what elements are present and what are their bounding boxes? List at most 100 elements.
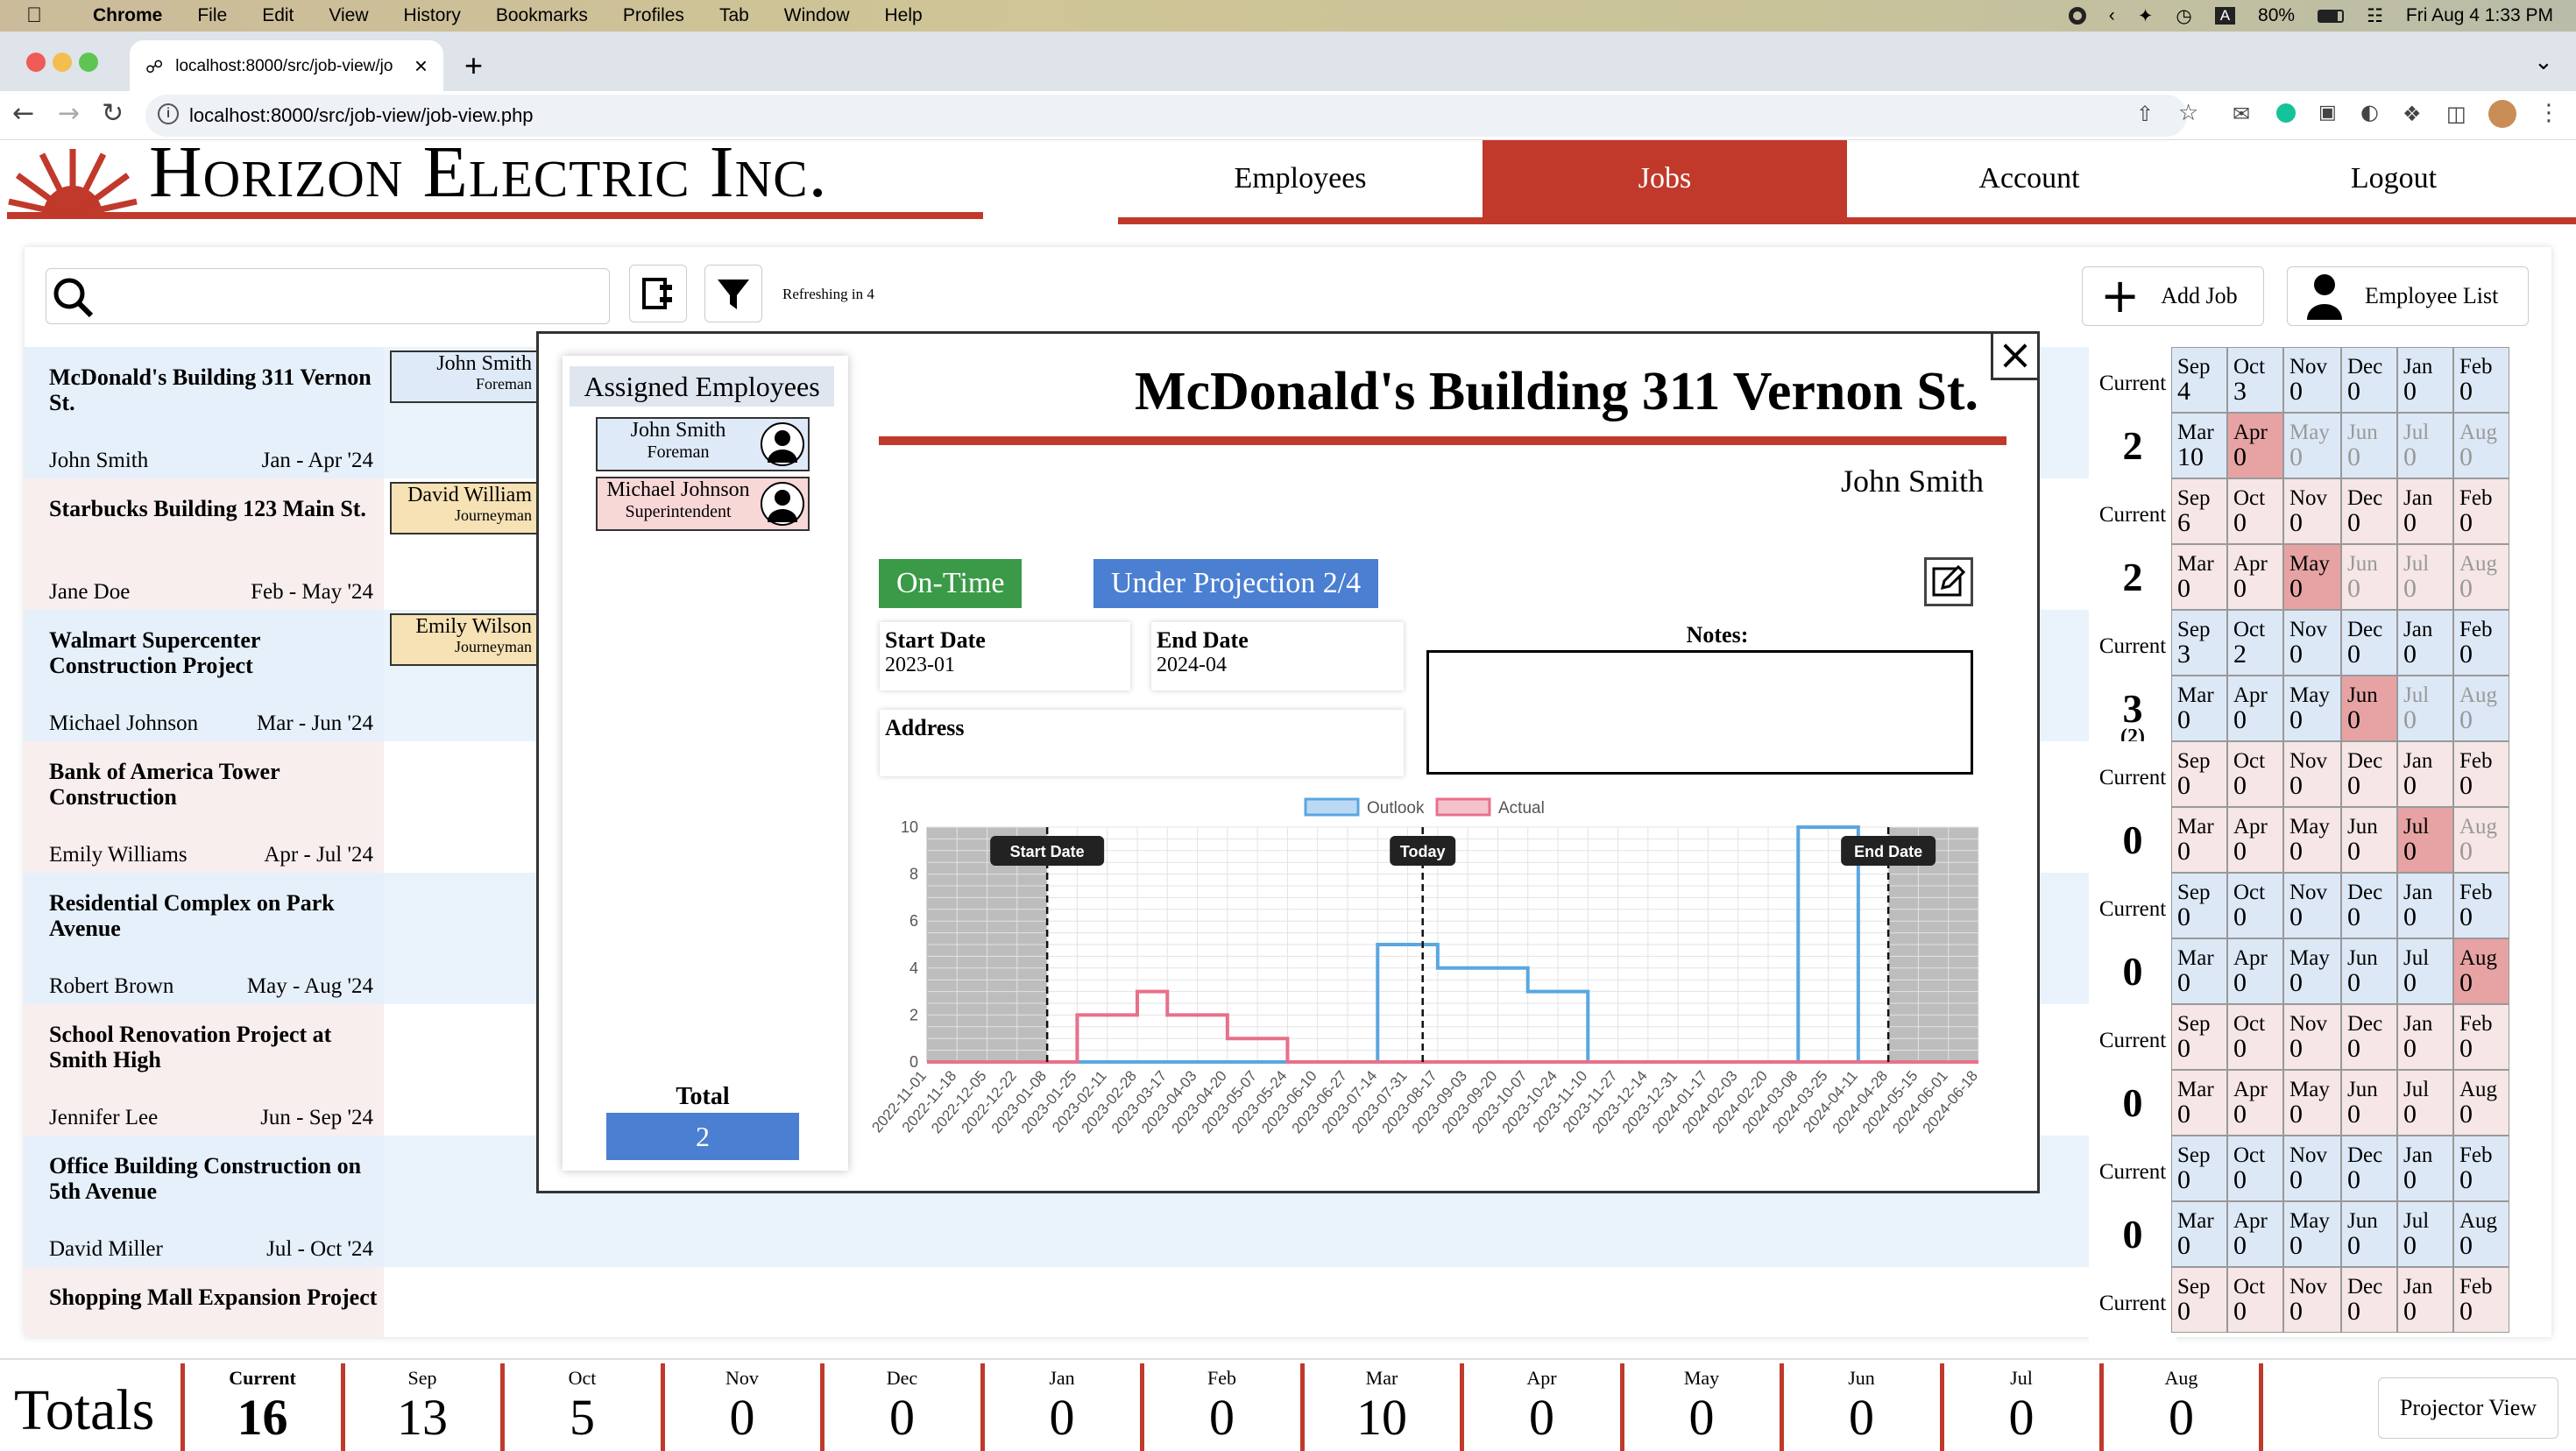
extension-icon[interactable]: ▣ (2318, 102, 2337, 124)
crew-chip[interactable]: David William Journeyman (390, 482, 539, 534)
close-modal-button[interactable]: × (1991, 331, 2040, 380)
menu-bookmarks[interactable]: Bookmarks (496, 5, 588, 26)
record-icon[interactable] (2068, 7, 2086, 25)
window-minimize-button[interactable] (53, 53, 72, 72)
job-row[interactable]: Residential Complex on Park Avenue Rober… (25, 873, 384, 1004)
employee-list-label: Employee List (2365, 283, 2499, 308)
clock-icon[interactable]: ◷ (2176, 5, 2191, 27)
menu-edit[interactable]: Edit (262, 5, 294, 26)
job-row[interactable]: Office Building Construction on 5th Aven… (25, 1136, 384, 1267)
month-cell: Feb 0 (2453, 1004, 2509, 1070)
month-name: May (2289, 421, 2330, 444)
month-name: Aug (2459, 815, 2498, 839)
menu-history[interactable]: History (404, 5, 461, 26)
end-date-label: End Date (1157, 627, 1249, 653)
start-date-label: Start Date (885, 627, 986, 653)
y-tick-label: 2 (909, 1006, 918, 1023)
month-cell: Jan 0 (2397, 1004, 2453, 1070)
window-close-button[interactable] (26, 53, 46, 72)
site-info-icon[interactable]: i (158, 103, 179, 124)
total-value: 2 (606, 1113, 799, 1160)
battery-percent[interactable]: 80% (2258, 5, 2295, 26)
job-row[interactable]: Starbucks Building 123 Main St. Jane Doe… (25, 478, 384, 610)
gmail-extension-icon[interactable]: ✉ (2233, 102, 2250, 126)
pin-icon[interactable]: ✦ (2138, 5, 2154, 27)
month-value: 0 (2233, 1165, 2247, 1194)
tab-search-chevron-icon[interactable]: ⌄ (2534, 49, 2553, 75)
add-job-button[interactable]: + Add Job (2082, 266, 2264, 326)
menu-view[interactable]: View (329, 5, 368, 26)
employee-list-button[interactable]: Employee List (2287, 266, 2529, 326)
assigned-employee[interactable]: John Smith Foreman (596, 417, 810, 471)
search-input[interactable] (46, 268, 610, 324)
browser-tab[interactable]: ☍ localhost:8000/src/job-view/jo × (130, 40, 443, 93)
nav-employees[interactable]: Employees (1118, 140, 1483, 224)
month-cell: Nov 0 (2283, 1267, 2341, 1333)
puzzle-extensions-icon[interactable]: ❖ (2403, 102, 2422, 126)
tab-close-icon[interactable]: × (414, 53, 428, 80)
control-center-icon[interactable]: ☷ (2367, 5, 2383, 27)
job-employee: Jane Doe (49, 580, 131, 604)
nav-jobs[interactable]: Jobs (1483, 140, 1847, 224)
nav-logout[interactable]: Logout (2212, 140, 2576, 224)
month-name: Jan (2403, 486, 2433, 510)
crew-chip[interactable]: John Smith Foreman (390, 350, 539, 403)
menu-tab[interactable]: Tab (719, 5, 749, 26)
mac-menu-bar:  Chrome File Edit View History Bookmark… (0, 0, 2576, 32)
menu-clock[interactable]: Fri Aug 4 1:33 PM (2406, 5, 2553, 26)
share-icon[interactable]: ⇧ (2136, 102, 2154, 126)
job-name: Shopping Mall Expansion Project (49, 1285, 378, 1310)
forward-arrow-icon[interactable]: → (58, 98, 80, 129)
crew-chip[interactable]: Emily Wilson Journeyman (390, 613, 539, 666)
nav-account[interactable]: Account (1847, 140, 2212, 224)
menu-file[interactable]: File (197, 5, 227, 26)
chevron-left-icon[interactable]: ‹ (2109, 5, 2115, 26)
filter-button[interactable] (704, 265, 762, 322)
month-value: 4 (2177, 377, 2190, 406)
reload-icon[interactable]: ↻ (102, 98, 124, 129)
menu-window[interactable]: Window (784, 5, 850, 26)
loading-extension-icon[interactable]: ◐ (2360, 100, 2379, 124)
job-row[interactable]: Shopping Mall Expansion Project (25, 1267, 384, 1337)
current-count: 0 (2122, 1212, 2143, 1256)
bookmark-star-icon[interactable]: ☆ (2178, 100, 2198, 126)
job-row[interactable]: Walmart Supercenter Construction Project… (25, 610, 384, 741)
job-row[interactable]: School Renovation Project at Smith High … (25, 1004, 384, 1136)
profile-avatar-icon[interactable] (2488, 100, 2516, 128)
edit-job-button[interactable] (1924, 557, 1973, 606)
month-cell: Jan 0 (2397, 873, 2453, 938)
menu-profiles[interactable]: Profiles (623, 5, 684, 26)
job-row[interactable]: Bank of America Tower Construction Emily… (25, 741, 384, 873)
menu-help[interactable]: Help (885, 5, 923, 26)
sort-button[interactable] (629, 265, 687, 322)
month-value: 0 (2459, 508, 2473, 537)
new-tab-button[interactable]: + (464, 47, 483, 84)
company-logo-text[interactable]: Horizon Electric Inc. (149, 130, 828, 215)
menu-app-name[interactable]: Chrome (93, 5, 162, 26)
window-zoom-button[interactable] (79, 53, 98, 72)
current-count: 0 (2122, 1080, 2143, 1125)
assigned-employee[interactable]: Michael Johnson Superintendent (596, 477, 810, 531)
totals-column: Sep 13 (340, 1363, 500, 1451)
keyboard-input-icon[interactable]: A (2214, 7, 2236, 25)
job-row[interactable]: McDonald's Building 311 Vernon St. John … (25, 347, 384, 478)
month-name: Apr (2233, 1078, 2268, 1101)
job-dates: Feb - May '24 (251, 580, 373, 604)
projector-view-button[interactable]: Projector View (2378, 1377, 2558, 1439)
more-menu-icon[interactable]: ⋮ (2537, 100, 2560, 126)
month-name: Dec (2347, 1275, 2383, 1299)
start-date-field[interactable]: Start Date 2023-01 (880, 622, 1130, 690)
address-field[interactable]: Address (880, 710, 1404, 776)
job-dates: Mar - Jun '24 (257, 711, 373, 735)
apple-icon[interactable]:  (26, 4, 47, 27)
grammarly-extension-icon[interactable] (2276, 103, 2296, 123)
job-employee: Michael Johnson (49, 711, 199, 735)
month-value: 0 (2347, 1165, 2360, 1194)
totals-value: 0 (729, 1389, 755, 1446)
crew-role: Foreman (476, 375, 532, 393)
month-value: 0 (2233, 1231, 2247, 1260)
notes-textarea[interactable] (1426, 650, 1973, 775)
end-date-field[interactable]: End Date 2024-04 (1151, 622, 1404, 690)
sidebar-toggle-icon[interactable]: ◫ (2446, 102, 2466, 126)
back-arrow-icon[interactable]: ← (12, 98, 34, 129)
